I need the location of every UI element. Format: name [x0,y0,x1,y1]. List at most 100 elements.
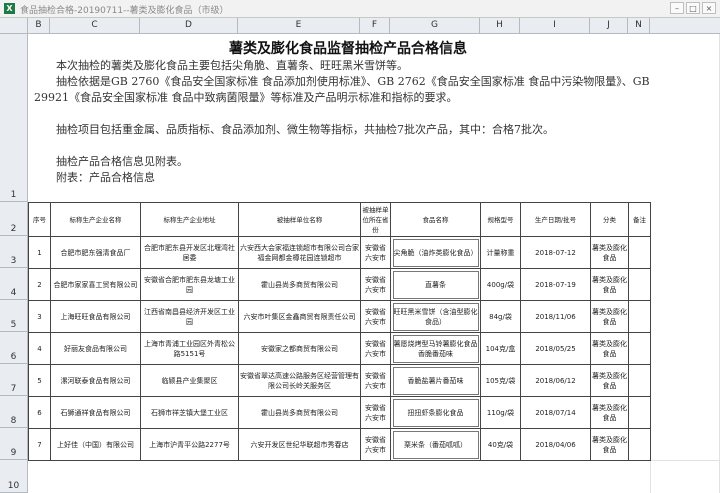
cell-sampled-unit[interactable]: 安徽家之都商贸有限公司 [238,332,361,365]
row-header-9[interactable]: 9 [0,428,28,460]
intro-cell[interactable]: 薯类及膨化食品监督抽检产品合格信息 本次抽检的薯类及膨化食品主要包括尖角脆、直薯… [28,34,668,202]
cell-province[interactable]: 安徽省六安市 [360,332,391,365]
column-header-i[interactable]: I [520,18,590,34]
cell-category[interactable]: 薯类及膨化食品 [590,396,629,429]
cell-province[interactable]: 安徽省六安市 [360,396,391,429]
cell-manufacturer[interactable]: 合肥市肥东强清食品厂 [50,236,141,269]
cell-food-name[interactable]: 香脆盐薯片番茄味 [390,364,481,397]
table-row[interactable]: 7 上好佳（中国）有限公司 上海市沪青平公路2277号 六安开发区世纪华联超市秀… [28,428,651,461]
cell-province[interactable]: 安徽省六安市 [360,300,391,333]
row-header-2[interactable]: 2 [0,202,28,236]
cell-province[interactable]: 安徽省六安市 [360,268,391,301]
header-province[interactable]: 被抽样单位所在省份 [360,202,391,237]
cell-province[interactable]: 安徽省六安市 [360,236,391,269]
cell-spec[interactable]: 计量称重 [480,236,521,269]
cell-address[interactable]: 江西省南昌县经济开发区工业园 [140,300,239,333]
cell-sampled-unit[interactable]: 霍山县尚多商贸有限公司 [238,268,361,301]
cell-spec[interactable]: 104克/盒 [480,332,521,365]
cell-manufacturer[interactable]: 上好佳（中国）有限公司 [50,428,141,461]
cell-remarks[interactable] [628,428,651,461]
cell-index[interactable]: 5 [28,364,51,397]
cell-remarks[interactable] [628,364,651,397]
header-manufacturer-address[interactable]: 标称生产企业地址 [140,202,239,237]
cell-manufacturer[interactable]: 石狮通祥食品有限公司 [50,396,141,429]
cell-date[interactable]: 2018-07-12 [520,236,591,269]
header-remarks[interactable]: 备注 [628,202,651,237]
cell-category[interactable]: 薯类及膨化食品 [590,332,629,365]
row-header-5[interactable]: 5 [0,300,28,332]
cell-food-name[interactable]: 栗米条（番茄呱呱） [390,428,481,461]
table-row[interactable]: 5 漯河联泰食品有限公司 临颍县产业集聚区 安徽省翠达高速公路服务区经营管理有限… [28,364,651,397]
cell-sampled-unit[interactable]: 安徽省翠达高速公路服务区经营管理有限公司长岭关服务区 [238,364,361,397]
cell-date[interactable]: 2018-07-19 [520,268,591,301]
cell-sampled-unit[interactable]: 六安市叶集区金鑫商贸有限责任公司 [238,300,361,333]
header-spec[interactable]: 规格型号 [480,202,521,237]
cell-province[interactable]: 安徽省六安市 [360,428,391,461]
cell-date[interactable]: 2018/11/06 [520,300,591,333]
cell-province[interactable]: 安徽省六安市 [360,364,391,397]
maximize-icon[interactable]: □ [686,2,700,14]
cell-manufacturer[interactable]: 合肥市家家喜工贸有限公司 [50,268,141,301]
row-header-6[interactable]: 6 [0,332,28,364]
header-sampled-unit[interactable]: 被抽样单位名称 [238,202,361,237]
cell-address[interactable]: 上海市青浦工业园区外青松公路5151号 [140,332,239,365]
header-index[interactable]: 序号 [28,202,51,237]
header-food-name[interactable]: 食品名称 [390,202,481,237]
cell-index[interactable]: 6 [28,396,51,429]
header-manufacturer[interactable]: 标称生产企业名称 [50,202,141,237]
cell-food-name[interactable]: 直薯条 [390,268,481,301]
cell-remarks[interactable] [628,268,651,301]
cell-remarks[interactable] [628,300,651,333]
cell-index[interactable]: 2 [28,268,51,301]
cell-manufacturer[interactable]: 好丽友食品有限公司 [50,332,141,365]
cell-spec[interactable]: 400g/袋 [480,268,521,301]
cell-address[interactable]: 安徽省合肥市肥东县龙塘工业园 [140,268,239,301]
header-category[interactable]: 分类 [590,202,629,237]
cell-category[interactable]: 薯类及膨化食品 [590,428,629,461]
table-row[interactable]: 6 石狮通祥食品有限公司 石狮市祥芝镇大堡工业区 霍山县尚多商贸有限公司 安徽省… [28,396,651,429]
cell-date[interactable]: 2018/05/25 [520,332,591,365]
column-header-d[interactable]: D [140,18,238,34]
cell-index[interactable]: 4 [28,332,51,365]
cell-sampled-unit[interactable]: 六安开发区世纪华联超市秀春店 [238,428,361,461]
column-header-f[interactable]: F [360,18,390,34]
column-header-j[interactable]: J [590,18,628,34]
cell-food-name[interactable]: 尖角脆（油炸类膨化食品） [390,236,481,269]
column-header-h[interactable]: H [480,18,520,34]
cell-category[interactable]: 薯类及膨化食品 [590,364,629,397]
column-header-e[interactable]: E [238,18,360,34]
cell-remarks[interactable] [628,332,651,365]
column-header-blank[interactable] [650,18,720,34]
cell-date[interactable]: 2018/07/14 [520,396,591,429]
row-header-4[interactable]: 4 [0,268,28,300]
cell-food-name[interactable]: 扭扭虾条膨化食品 [390,396,481,429]
cell-index[interactable]: 3 [28,300,51,333]
cell-sampled-unit[interactable]: 六安西大会家福连锁超市有限公司合家福金网都金樽花园连锁超市 [238,236,361,269]
cell-date[interactable]: 2018/06/12 [520,364,591,397]
cell-sampled-unit[interactable]: 霍山县尚多商贸有限公司 [238,396,361,429]
column-header-g[interactable]: G [390,18,480,34]
cell-address[interactable]: 石狮市祥芝镇大堡工业区 [140,396,239,429]
cell-food-name[interactable]: 旺旺黑米雪饼（含油型膨化食品） [390,300,481,333]
cell-food-name[interactable]: 薯愿烧烤型马铃薯膨化食品香脆番茄味 [390,332,481,365]
cell-category[interactable]: 薯类及膨化食品 [590,300,629,333]
cell-spec[interactable]: 84g/袋 [480,300,521,333]
row-header-7[interactable]: 7 [0,364,28,396]
cell-date[interactable]: 2018/04/06 [520,428,591,461]
table-row[interactable]: 4 好丽友食品有限公司 上海市青浦工业园区外青松公路5151号 安徽家之都商贸有… [28,332,651,365]
row-header-10[interactable]: 10 [0,460,28,493]
close-icon[interactable]: × [702,2,716,14]
cell-category[interactable]: 薯类及膨化食品 [590,268,629,301]
cell-spec[interactable]: 40克/袋 [480,428,521,461]
row-header-8[interactable]: 8 [0,396,28,428]
header-production-date[interactable]: 生产日期/批号 [520,202,591,237]
table-row[interactable]: 2 合肥市家家喜工贸有限公司 安徽省合肥市肥东县龙塘工业园 霍山县尚多商贸有限公… [28,268,651,301]
table-row[interactable]: 3 上海旺旺食品有限公司 江西省南昌县经济开发区工业园 六安市叶集区金鑫商贸有限… [28,300,651,333]
cell-category[interactable]: 薯类及膨化食品 [590,236,629,269]
column-header-b[interactable]: B [28,18,50,34]
cell-index[interactable]: 7 [28,428,51,461]
sheet-area[interactable]: 薯类及膨化食品监督抽检产品合格信息 本次抽检的薯类及膨化食品主要包括尖角脆、直薯… [28,34,720,493]
row-header-1[interactable]: 1 [0,34,28,202]
cell-remarks[interactable] [628,396,651,429]
row-header-3[interactable]: 3 [0,236,28,268]
